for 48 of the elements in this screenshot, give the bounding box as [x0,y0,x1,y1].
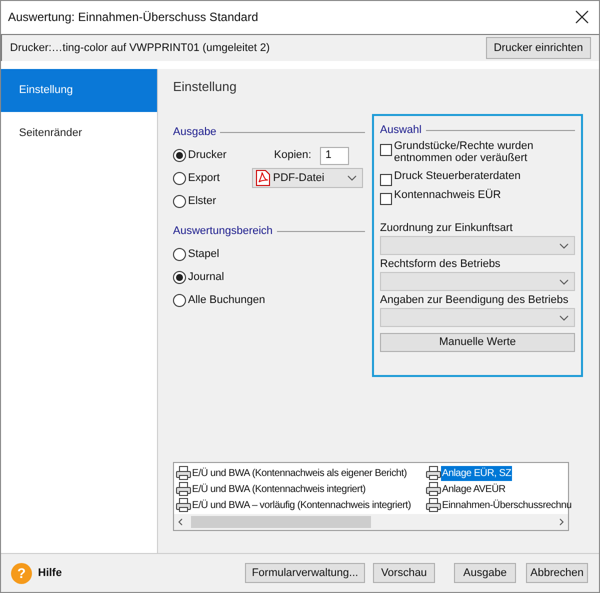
report-item[interactable]: Anlage AVEÜR [426,481,506,497]
group-title: Auswahl [380,122,422,138]
checkbox-option[interactable]: Grundstücke/Rechte wurden entnommen oder veräußert [380,140,575,170]
radio-option[interactable]: Drucker [173,144,252,167]
radio-option[interactable]: Stapel [173,243,365,266]
window-title: Auswertung: Einnahmen-Überschuss Standard [8,8,258,26]
help-link[interactable]: Hilfe [38,564,62,582]
checkbox-option[interactable]: Druck Steuerberaterdaten [380,170,575,189]
printer-icon [426,498,441,512]
radio-option[interactable]: Journal [173,266,365,289]
checkbox-option[interactable]: Kontennachweis EÜR [380,189,575,208]
report-item[interactable]: E/Ü und BWA (Kontennachweis integriert) [176,481,367,497]
radio-option[interactable]: Elster [173,190,252,213]
manual-values-button[interactable]: Manuelle Werte [380,333,575,352]
footer-button[interactable]: Formularverwaltung... [245,563,365,583]
group-title: Auswertungsbereich [173,224,273,239]
printer-label: Drucker:…ting-color auf VWPPRINT01 (umgeleitet 2) [10,40,270,56]
copies-field[interactable]: 1 [320,146,350,164]
copies-label: Kopien: [274,148,312,164]
pdf-icon [256,170,270,186]
chevron-down-icon [559,278,569,284]
dropdown-label: Rechtsform des Betriebs [380,257,502,271]
printer-icon [176,498,191,512]
dropdown-label: Angaben zur Beendigung des Betriebs [380,293,570,307]
report-item[interactable]: E/Ü und BWA (Kontennachweis als eigener Bericht) [176,465,408,481]
report-item[interactable]: E/Ü und BWA – vorläufig (Kontennachweis integriert) [176,497,412,513]
chevron-down-icon [559,242,569,248]
footer-button[interactable]: Ausgabe [454,563,516,583]
radio-option[interactable]: Alle Buchungen [173,289,365,312]
printer-icon [176,482,191,496]
group-title: Ausgabe [173,124,216,140]
chevron-down-icon [559,314,569,320]
printer-icon [426,482,441,496]
radio-option[interactable]: Export [173,167,252,190]
dropdown-label: Zuordnung zur Einkunftsart [380,221,514,235]
printer-setup-button[interactable]: Drucker einrichten [486,37,591,59]
footer-button[interactable]: Vorschau [373,563,435,583]
horizontal-scrollbar[interactable] [174,514,568,530]
export-format-dropdown[interactable]: PDF-Datei [252,168,363,188]
panel-title: Einstellung [173,78,238,95]
report-item[interactable]: Einnahmen-Überschussrechnu [426,497,572,513]
sidebar-item[interactable]: Einstellung [1,69,157,112]
chevron-down-icon [347,175,357,181]
printer-icon [176,466,191,480]
scrollbar-thumb[interactable] [191,516,371,528]
footer-button[interactable]: Abbrechen [526,563,588,583]
printer-icon [426,466,441,480]
close-icon[interactable] [575,10,589,24]
